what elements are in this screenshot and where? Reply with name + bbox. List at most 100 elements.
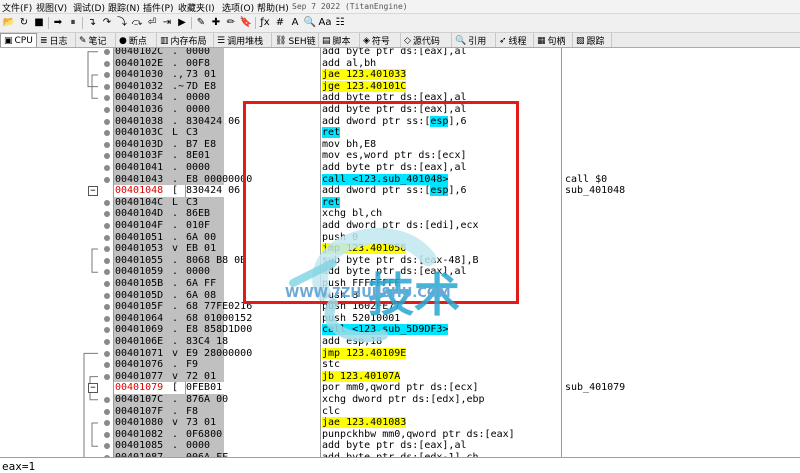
execute-till-return-icon[interactable]: ⏎	[145, 16, 159, 30]
breakpoint-dot-icon[interactable]	[104, 373, 110, 380]
tab-11[interactable]: ➶ 线程	[496, 33, 534, 47]
disasm-row[interactable]: 00401064. 68 01000152 push 52010001	[0, 312, 800, 325]
breakpoint-dot-icon[interactable]	[104, 350, 110, 357]
menu-item-5[interactable]: 收藏夹(I)	[178, 1, 215, 13]
trace-into-icon[interactable]: ⤵	[115, 16, 129, 30]
breakpoint-dot-icon[interactable]	[104, 83, 110, 90]
disasm-row[interactable]: −00401048[830424 06 add dword ptr ss:[esp…	[0, 185, 800, 197]
disasm-row[interactable]: 00401085. 0000 add byte ptr ds:[eax],al	[0, 440, 800, 452]
disasm-row[interactable]: 0040104F. 010F add dword ptr ds:[edi],ecx	[0, 220, 800, 232]
disasm-row[interactable]: 00401043. E8 00000000 call <123.sub_401048…	[0, 173, 800, 186]
tab-4[interactable]: ▥ 内存布局	[157, 33, 214, 47]
breakpoint-dot-icon[interactable]	[104, 176, 110, 183]
disasm-row[interactable]: 0040107C. 876A 00 xchg dword ptr ds:[edx],…	[0, 394, 800, 406]
disasm-row[interactable]: 00401055. 8068 B8 0B sub byte ptr ds:[eax-…	[0, 254, 800, 267]
close-icon[interactable]: ■	[32, 16, 46, 30]
trace-over-icon[interactable]: ⤼	[130, 16, 144, 30]
tab-3[interactable]: ● 断点	[116, 33, 157, 47]
breakpoint-dot-icon[interactable]	[104, 130, 110, 137]
breakpoint-dot-icon[interactable]	[104, 118, 110, 125]
disasm-row[interactable]: 0040104C L C3 ret	[0, 196, 800, 209]
tab-1[interactable]: ≣ 日志	[37, 33, 76, 47]
disasm-row[interactable]: 00401036. 0000 add byte ptr ds:[eax],al	[0, 104, 800, 116]
disasm-row[interactable]: 00401030., 73 01 jae 123.401033	[0, 69, 800, 81]
breakpoint-dot-icon[interactable]	[104, 165, 110, 171]
disasm-row[interactable]: 00401077 v 72 01 jb 123.40107A	[0, 370, 800, 383]
function-icon[interactable]: ƒx	[258, 16, 272, 30]
tab-9[interactable]: ◇ 源代码	[401, 33, 452, 47]
disasm-row[interactable]: 00401071 v E9 28000000 jmp 123.40109E	[0, 347, 800, 360]
disasm-row[interactable]: 00401038. 830424 06 add dword ptr ss:[esp]…	[0, 115, 800, 128]
menu-item-7[interactable]: 帮助(H)	[257, 1, 289, 13]
disasm-row[interactable]: 0040102E. 00F8 add al,bh	[0, 57, 800, 70]
comment-icon[interactable]: ✚	[209, 16, 223, 30]
menu-item-0[interactable]: 文件(F)	[2, 1, 32, 13]
breakpoint-dot-icon[interactable]	[104, 315, 110, 322]
breakpoint-dot-icon[interactable]	[104, 281, 110, 287]
disasm-row[interactable]: 00401080 v 73 01 jae 123.401083	[0, 417, 800, 429]
collapse-toggle-icon[interactable]: −	[88, 383, 98, 394]
command-bar[interactable]: eax=1	[0, 457, 800, 473]
tab-6[interactable]: ⛓ SEH链	[272, 33, 319, 47]
breakpoint-dot-icon[interactable]	[104, 408, 110, 415]
bookmark-icon[interactable]: 🔖	[239, 16, 253, 30]
breakpoint-dot-icon[interactable]	[104, 153, 110, 160]
tab-2[interactable]: ✎ 笔记	[76, 33, 116, 47]
breakpoint-dot-icon[interactable]	[104, 246, 110, 253]
disasm-row[interactable]: 0040105D. 6A 08 push 8	[0, 289, 800, 302]
breakpoint-dot-icon[interactable]	[104, 327, 110, 334]
disasm-row[interactable]: 0040104D. 86EB xchg bl,ch	[0, 208, 800, 220]
disasm-row[interactable]: 0040103F. 8E01 mov es,word ptr ds:[ecx]	[0, 150, 800, 162]
menu-item-2[interactable]: 调试(D)	[73, 1, 105, 13]
breakpoint-dot-icon[interactable]	[104, 72, 110, 79]
breakpoint-dot-icon[interactable]	[104, 420, 110, 427]
disasm-row[interactable]: 00401032 .~ 7D E8 jge 123.40101C	[0, 80, 800, 93]
disasm-row[interactable]: 00401082. 0F6800 punpckhbw mm0,qword ptr d…	[0, 428, 800, 441]
breakpoint-dot-icon[interactable]	[104, 95, 110, 102]
breakpoint-dot-icon[interactable]	[104, 269, 110, 276]
breakpoint-dot-icon[interactable]	[104, 443, 110, 450]
disasm-row[interactable]: −00401079[0FEB01 por mm0,qword ptr ds:[ec…	[0, 382, 800, 394]
breakpoint-dot-icon[interactable]	[104, 362, 110, 369]
patch-icon[interactable]: ✎	[194, 16, 208, 30]
disasm-row[interactable]: 0040107F. F8 clc	[0, 405, 800, 418]
tab-12[interactable]: ▦ 句柄	[534, 33, 573, 47]
run-icon[interactable]: ➡	[51, 16, 65, 30]
breakpoint-dot-icon[interactable]	[104, 397, 110, 403]
breakpoint-dot-icon[interactable]	[104, 199, 110, 206]
menu-item-6[interactable]: 选项(O)	[222, 1, 254, 13]
run-to-user-code-icon[interactable]: ⇥	[160, 16, 174, 30]
tab-10[interactable]: 🔍 引用	[452, 33, 496, 47]
case-icon[interactable]: Aa	[318, 16, 332, 30]
tab-0[interactable]: ▣ CPU	[0, 33, 37, 47]
disasm-row[interactable]: 0040102C. 0000 add byte ptr ds:[eax],al	[0, 48, 800, 58]
menu-item-4[interactable]: 插件(P)	[143, 1, 173, 13]
restart-icon[interactable]: ↻	[17, 16, 31, 30]
breakpoint-dot-icon[interactable]	[104, 234, 110, 241]
tab-8[interactable]: ◈ 符号	[360, 33, 401, 47]
breakpoint-dot-icon[interactable]	[104, 257, 110, 264]
animate-icon[interactable]: ▶	[175, 16, 189, 30]
disasm-row[interactable]: 0040103D. B7 E8 mov bh,E8	[0, 138, 800, 151]
disasm-row[interactable]: 00401051. 6A 00 push 0	[0, 231, 800, 244]
font-icon[interactable]: A	[288, 16, 302, 30]
label-icon[interactable]: ✏	[224, 16, 238, 30]
collapse-toggle-icon[interactable]: −	[88, 186, 98, 197]
disasm-row[interactable]: 0040106E. 83C4 18 add esp,18	[0, 336, 800, 348]
disasm-row[interactable]: 00401076. F9 stc	[0, 359, 800, 371]
breakpoint-dot-icon[interactable]	[104, 211, 110, 218]
breakpoint-dot-icon[interactable]	[104, 339, 110, 345]
breakpoint-dot-icon[interactable]	[104, 223, 110, 229]
cpu-disassembly-view[interactable]: 0040102C. 0000 add byte ptr ds:[eax],al 004…	[0, 48, 800, 457]
step-over-icon[interactable]: ↷	[100, 16, 114, 30]
folder-open-icon[interactable]: 📂	[2, 16, 16, 30]
breakpoint-dot-icon[interactable]	[104, 292, 110, 299]
disasm-row[interactable]: 00401059. 0000 add byte ptr ds:[eax],al	[0, 266, 800, 278]
breakpoint-dot-icon[interactable]	[104, 60, 110, 67]
pause-icon[interactable]: ⏸	[66, 16, 80, 30]
breakpoint-dot-icon[interactable]	[104, 107, 110, 113]
breakpoint-dot-icon[interactable]	[104, 141, 110, 148]
hash-icon[interactable]: #	[273, 16, 287, 30]
disasm-row[interactable]: 00401069. E8 858D1D00 call <123.sub_5D9DF3…	[0, 324, 800, 336]
step-into-icon[interactable]: ↴	[85, 16, 99, 30]
